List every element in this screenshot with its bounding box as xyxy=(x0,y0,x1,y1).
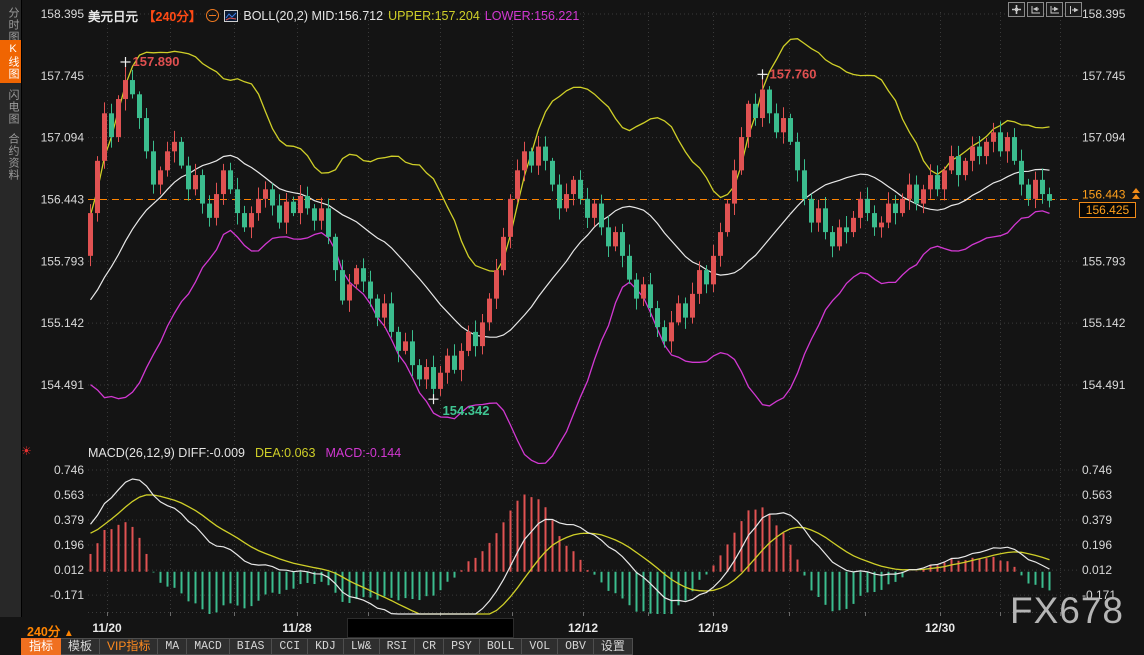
trading-app-window: 157.890 157.760 154.342 158.395 158.395 157.7… xyxy=(0,0,1144,655)
x-axis-date-label: 12/30 xyxy=(925,621,955,635)
period-title: 【240分】 xyxy=(143,6,201,25)
tool-button-LW&[interactable]: LW& xyxy=(344,638,380,655)
tool-button-MA[interactable]: MA xyxy=(158,638,187,655)
indicator-chart-icon xyxy=(224,10,238,22)
price-up-arrows-icon xyxy=(1132,187,1140,200)
macd-dea-value: DEA:0.063 xyxy=(255,446,315,460)
x-axis-date-label: 11/28 xyxy=(282,621,311,635)
svg-text:157.890: 157.890 xyxy=(133,54,180,69)
indicator-toolbar: 指标模板VIP指标MAMACDBIASCCIKDJLW&RSICRPSYBOLL… xyxy=(21,638,633,655)
tool-button-VIP指标[interactable]: VIP指标 xyxy=(100,638,158,655)
svg-text:0.379: 0.379 xyxy=(1082,513,1112,527)
svg-text:0.563: 0.563 xyxy=(1082,488,1112,502)
chart-type-sidebar: 分时图K线图闪电图合约资料 xyxy=(0,0,22,617)
crosshair-button[interactable] xyxy=(1008,2,1025,17)
x-axis-date-label: 12/19 xyxy=(698,621,728,635)
svg-text:158.395: 158.395 xyxy=(41,7,85,21)
macd-alert-sun-icon: ☀ xyxy=(21,444,32,458)
tool-button-MACD[interactable]: MACD xyxy=(187,638,230,655)
chart-header: 美元日元 【240分】 BOLL(20,2) MID:156.712 UPPER… xyxy=(88,6,579,25)
svg-text:-0.171: -0.171 xyxy=(50,588,84,602)
tool-button-BIAS[interactable]: BIAS xyxy=(230,638,273,655)
svg-text:156.443: 156.443 xyxy=(41,192,85,206)
tool-button-RSI[interactable]: RSI xyxy=(380,638,416,655)
last-price-badge: 156.425 xyxy=(1079,202,1136,218)
tool-button-BOLL[interactable]: BOLL xyxy=(480,638,523,655)
tool-button-指标[interactable]: 指标 xyxy=(21,638,61,655)
compress-x-button[interactable] xyxy=(1027,2,1044,17)
tool-button-CCI[interactable]: CCI xyxy=(272,638,308,655)
tool-button-PSY[interactable]: PSY xyxy=(444,638,480,655)
macd-panel xyxy=(91,479,1050,614)
svg-text:0.012: 0.012 xyxy=(1082,563,1112,577)
svg-text:155.793: 155.793 xyxy=(1082,254,1126,268)
macd-macd-value: MACD:-0.144 xyxy=(325,446,401,460)
price-annotations: 157.890 157.760 154.342 xyxy=(121,54,817,418)
svg-text:155.142: 155.142 xyxy=(1082,316,1126,330)
tool-button-CR[interactable]: CR xyxy=(415,638,444,655)
macd-header: MACD(26,12,9) DIFF:-0.009 DEA:0.063 MACD… xyxy=(88,446,401,460)
fx678-watermark: FX678 xyxy=(1010,590,1124,632)
svg-text:0.563: 0.563 xyxy=(54,488,84,502)
svg-text:157.094: 157.094 xyxy=(1082,131,1126,145)
macd-diff-value: MACD(26,12,9) DIFF:-0.009 xyxy=(88,446,245,460)
svg-text:154.342: 154.342 xyxy=(443,403,490,418)
boll-mid-line xyxy=(91,155,1050,337)
svg-text:0.746: 0.746 xyxy=(1082,463,1112,477)
svg-text:0.012: 0.012 xyxy=(54,563,84,577)
collapse-period-icon[interactable] xyxy=(206,9,219,22)
tool-button-设置[interactable]: 设置 xyxy=(594,638,633,655)
boll-lower-value: LOWER:156.221 xyxy=(485,9,580,23)
x-axis-date-label: 12/12 xyxy=(568,621,598,635)
expand-x-button[interactable] xyxy=(1046,2,1063,17)
macd-diff-line xyxy=(91,479,1050,614)
tool-button-OBV[interactable]: OBV xyxy=(558,638,594,655)
h-scrollbar-thumb[interactable] xyxy=(347,618,514,638)
tool-button-KDJ[interactable]: KDJ xyxy=(308,638,344,655)
bollinger-bands xyxy=(91,39,1050,464)
svg-text:0.196: 0.196 xyxy=(54,538,84,552)
svg-text:154.491: 154.491 xyxy=(41,378,85,392)
svg-text:157.745: 157.745 xyxy=(41,69,85,83)
sidebar-tab-4[interactable]: 合约资料 xyxy=(0,130,21,184)
svg-text:156.443: 156.443 xyxy=(1082,187,1126,201)
tool-button-模板[interactable]: 模板 xyxy=(61,638,100,655)
svg-text:157.094: 157.094 xyxy=(41,131,85,145)
symbol-title: 美元日元 xyxy=(88,6,138,25)
boll-mid-value: MID:156.712 xyxy=(311,9,383,23)
svg-text:155.793: 155.793 xyxy=(41,254,85,268)
svg-text:158.395: 158.395 xyxy=(1082,7,1126,21)
svg-text:0.196: 0.196 xyxy=(1082,538,1112,552)
svg-text:157.745: 157.745 xyxy=(1082,69,1126,83)
candlestick-series xyxy=(88,62,1052,399)
boll-params-label: BOLL(20,2) MID:156.712 xyxy=(243,9,383,23)
svg-text:154.491: 154.491 xyxy=(1082,378,1126,392)
sidebar-tab-3[interactable]: 闪电图 xyxy=(0,86,21,128)
svg-text:0.379: 0.379 xyxy=(54,513,84,527)
reset-view-button[interactable] xyxy=(1065,2,1082,17)
tool-button-VOL[interactable]: VOL xyxy=(522,638,558,655)
chart-canvas: 157.890 157.760 154.342 158.395 158.395 157.7… xyxy=(0,0,1144,655)
svg-text:0.746: 0.746 xyxy=(54,463,84,477)
sidebar-tab-2[interactable]: K线图 xyxy=(0,40,21,83)
svg-text:157.760: 157.760 xyxy=(770,66,817,81)
chart-view-buttons xyxy=(1008,2,1082,17)
svg-text:155.142: 155.142 xyxy=(41,316,85,330)
boll-upper-value: UPPER:157.204 xyxy=(388,9,480,23)
grid-lines xyxy=(88,12,1078,616)
x-axis-date-label: 11/20 xyxy=(92,621,121,635)
